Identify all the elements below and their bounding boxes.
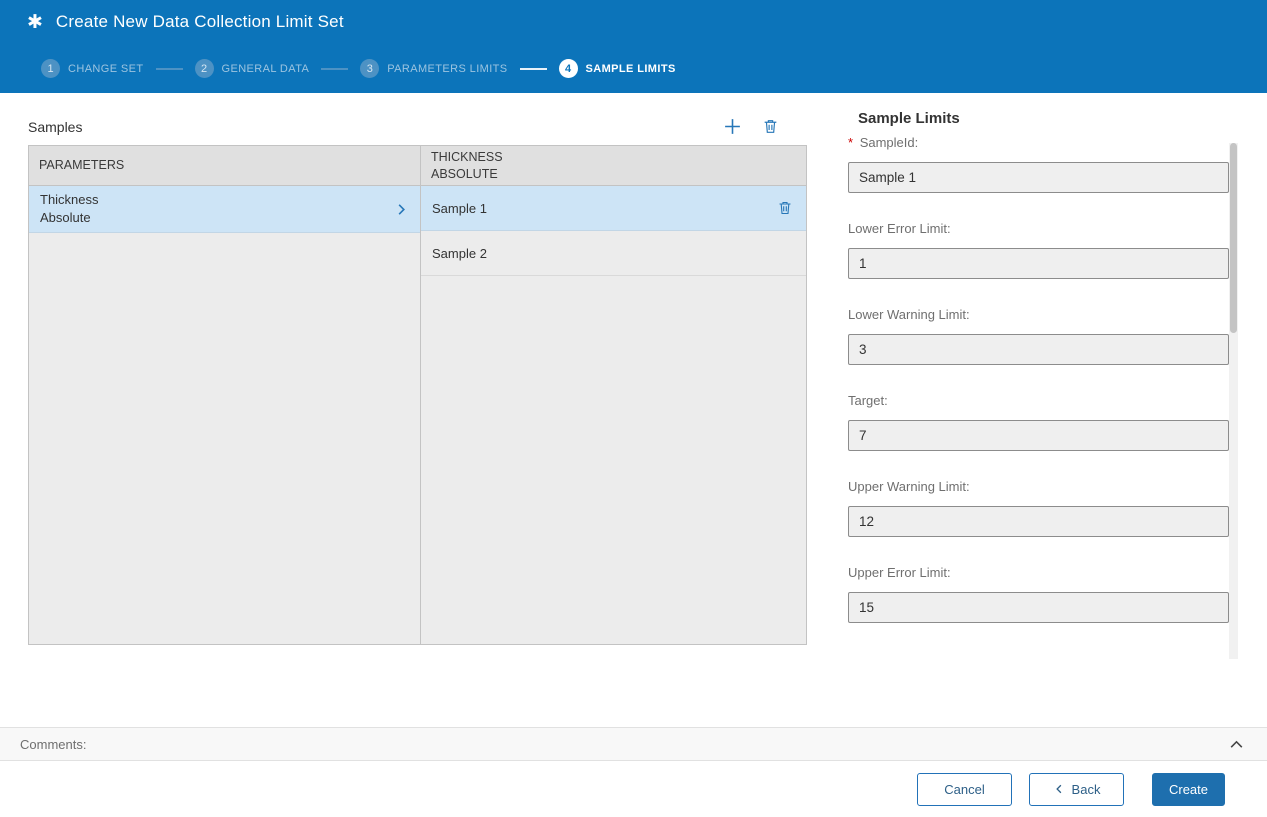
- parameters-column-header: PARAMETERS: [29, 146, 420, 186]
- samples-title: Samples: [28, 119, 82, 138]
- samples-column-header: THICKNESS ABSOLUTE: [421, 146, 806, 186]
- parameters-empty-area: [29, 233, 420, 644]
- step-3-label: PARAMETERS LIMITS: [387, 63, 507, 75]
- back-button-label: Back: [1072, 782, 1101, 797]
- form-scrollbar[interactable]: [1229, 143, 1238, 659]
- field-label: Lower Error Limit:: [848, 221, 1229, 236]
- step-3-circle: 3: [360, 59, 379, 78]
- plus-icon: [723, 117, 742, 136]
- field-label: Target:: [848, 393, 1229, 408]
- field-label: Upper Error Limit:: [848, 565, 1229, 580]
- trash-icon: [777, 200, 793, 216]
- sample-row-2[interactable]: Sample 2: [421, 231, 806, 276]
- samples-toolbar: Samples: [28, 93, 807, 145]
- samples-empty-area: [421, 276, 806, 644]
- app-window: ✱ Create New Data Collection Limit Set 1…: [0, 0, 1267, 817]
- create-button[interactable]: Create: [1152, 773, 1225, 806]
- page-title: Create New Data Collection Limit Set: [56, 12, 344, 32]
- field-target: Target:: [848, 393, 1229, 451]
- add-sample-button[interactable]: [721, 115, 744, 138]
- app-asterisk-icon: ✱: [27, 13, 43, 32]
- form-scrollbar-thumb[interactable]: [1230, 143, 1237, 333]
- field-upper-warning-limit: Upper Warning Limit:: [848, 479, 1229, 537]
- sample-label: Sample 2: [432, 246, 487, 261]
- parameter-row-thickness-absolute[interactable]: Thickness Absolute: [29, 186, 420, 233]
- main-content: Samples PARAM: [0, 93, 1267, 727]
- field-sample-id: * SampleId:: [848, 135, 1229, 193]
- field-label-text: SampleId:: [860, 135, 919, 150]
- field-lower-warning-limit: Lower Warning Limit:: [848, 307, 1229, 365]
- create-button-label: Create: [1169, 782, 1208, 797]
- samples-actions: [721, 115, 807, 138]
- app-header: ✱ Create New Data Collection Limit Set: [0, 0, 1267, 44]
- chevron-left-icon: [1053, 783, 1065, 795]
- sample-row-1[interactable]: Sample 1: [421, 186, 806, 231]
- cancel-button[interactable]: Cancel: [917, 773, 1012, 806]
- comments-expand-button[interactable]: [1226, 734, 1247, 755]
- upper-warning-limit-input[interactable]: [848, 506, 1229, 537]
- parameter-label: Thickness Absolute: [40, 191, 99, 226]
- comments-label: Comments:: [20, 737, 86, 752]
- field-lower-error-limit: Lower Error Limit:: [848, 221, 1229, 279]
- step-sample-limits[interactable]: 4 SAMPLE LIMITS: [559, 59, 676, 78]
- trash-icon: [762, 118, 779, 135]
- back-button[interactable]: Back: [1029, 773, 1124, 806]
- step-2-label: GENERAL DATA: [222, 63, 310, 75]
- parameters-column: PARAMETERS Thickness Absolute: [29, 146, 421, 644]
- upper-error-limit-input[interactable]: [848, 592, 1229, 623]
- chevron-up-icon: [1228, 736, 1245, 753]
- sample-label: Sample 1: [432, 201, 487, 216]
- step-4-circle: 4: [559, 59, 578, 78]
- sample-id-input[interactable]: [848, 162, 1229, 193]
- required-asterisk: *: [848, 135, 853, 150]
- field-label: Upper Warning Limit:: [848, 479, 1229, 494]
- cancel-button-label: Cancel: [944, 782, 984, 797]
- step-2-circle: 2: [195, 59, 214, 78]
- step-1-circle: 1: [41, 59, 60, 78]
- sample-limits-panel: Sample Limits * SampleId: Lower Error Li…: [848, 93, 1229, 651]
- field-label: Lower Warning Limit:: [848, 307, 1229, 322]
- step-4-label: SAMPLE LIMITS: [586, 63, 676, 75]
- chevron-right-icon: [394, 202, 409, 217]
- delete-sample-button[interactable]: [760, 116, 781, 137]
- step-connector: [321, 68, 348, 70]
- wizard-stepper: 1 CHANGE SET 2 GENERAL DATA 3 PARAMETERS…: [0, 44, 1267, 93]
- footer-actions: Cancel Back Create: [0, 761, 1267, 817]
- step-connector: [156, 68, 183, 70]
- samples-section: Samples PARAM: [28, 93, 807, 645]
- field-label: * SampleId:: [848, 135, 1229, 150]
- step-parameters-limits[interactable]: 3 PARAMETERS LIMITS: [360, 59, 507, 78]
- samples-column: THICKNESS ABSOLUTE Sample 1 Sample 2: [421, 146, 806, 644]
- field-upper-error-limit: Upper Error Limit:: [848, 565, 1229, 623]
- target-input[interactable]: [848, 420, 1229, 451]
- step-1-label: CHANGE SET: [68, 63, 144, 75]
- step-general-data[interactable]: 2 GENERAL DATA: [195, 59, 310, 78]
- lower-error-limit-input[interactable]: [848, 248, 1229, 279]
- step-change-set[interactable]: 1 CHANGE SET: [41, 59, 144, 78]
- comments-bar: Comments:: [0, 727, 1267, 761]
- lower-warning-limit-input[interactable]: [848, 334, 1229, 365]
- panel-title: Sample Limits: [858, 110, 1229, 127]
- row-delete-button[interactable]: [775, 198, 795, 218]
- samples-table: PARAMETERS Thickness Absolute THICKNESS …: [28, 145, 807, 645]
- step-connector: [520, 68, 547, 70]
